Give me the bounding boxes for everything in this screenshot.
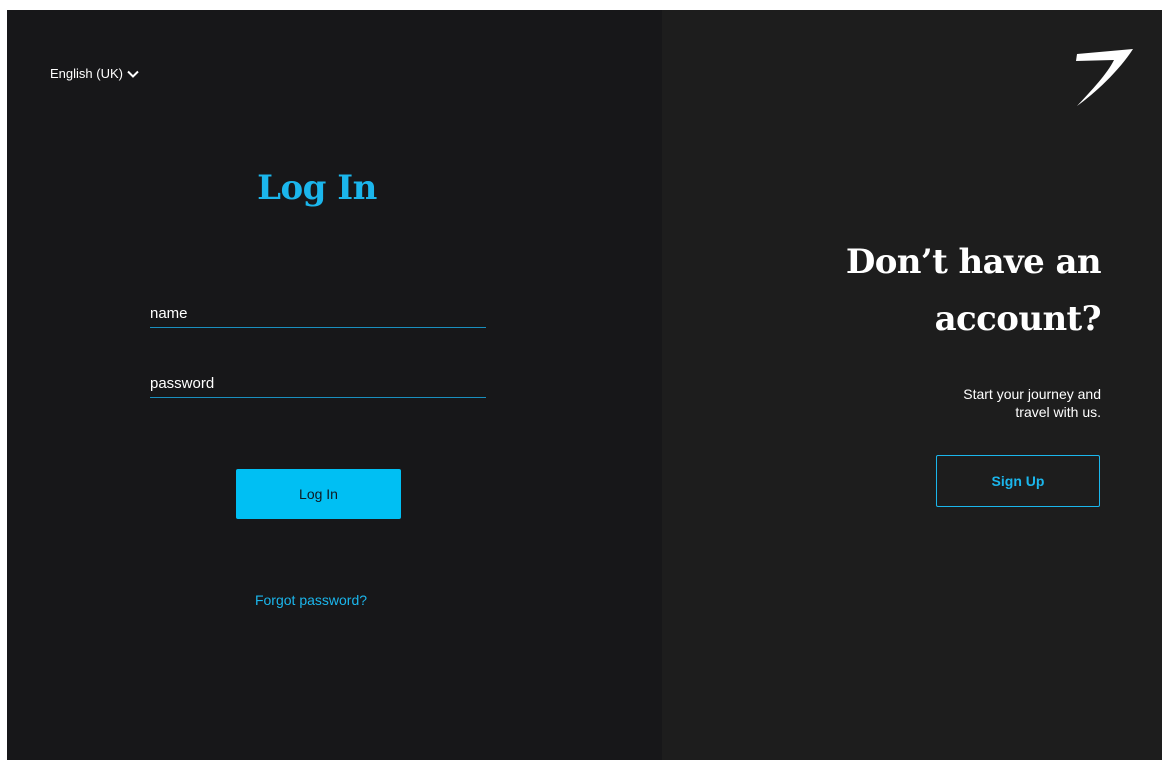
chevron-down-icon: [127, 70, 139, 78]
login-title: Log In: [257, 168, 377, 208]
language-selector[interactable]: English (UK): [50, 66, 139, 81]
password-input[interactable]: [150, 369, 486, 398]
signup-panel: Don’t have an account? Start your journe…: [662, 10, 1162, 760]
name-input[interactable]: [150, 299, 486, 328]
signup-subtitle-line-2: travel with us.: [1015, 404, 1101, 420]
login-button[interactable]: Log In: [236, 469, 401, 519]
signup-subtitle: Start your journey and travel with us.: [851, 385, 1101, 421]
signup-title-line-2: account?: [934, 299, 1102, 339]
signup-subtitle-line-1: Start your journey and: [963, 386, 1101, 402]
signup-title-line-1: Don’t have an: [845, 242, 1102, 282]
signup-title: Don’t have an account?: [761, 234, 1102, 348]
app-frame: English (UK) Log In Log In Forgot passwo…: [7, 10, 1162, 760]
language-label: English (UK): [50, 66, 123, 81]
forgot-password-link[interactable]: Forgot password?: [7, 592, 615, 608]
swoosh-logo-icon: [1074, 46, 1134, 108]
login-panel: English (UK) Log In Log In Forgot passwo…: [7, 10, 662, 760]
signup-button[interactable]: Sign Up: [936, 455, 1100, 507]
